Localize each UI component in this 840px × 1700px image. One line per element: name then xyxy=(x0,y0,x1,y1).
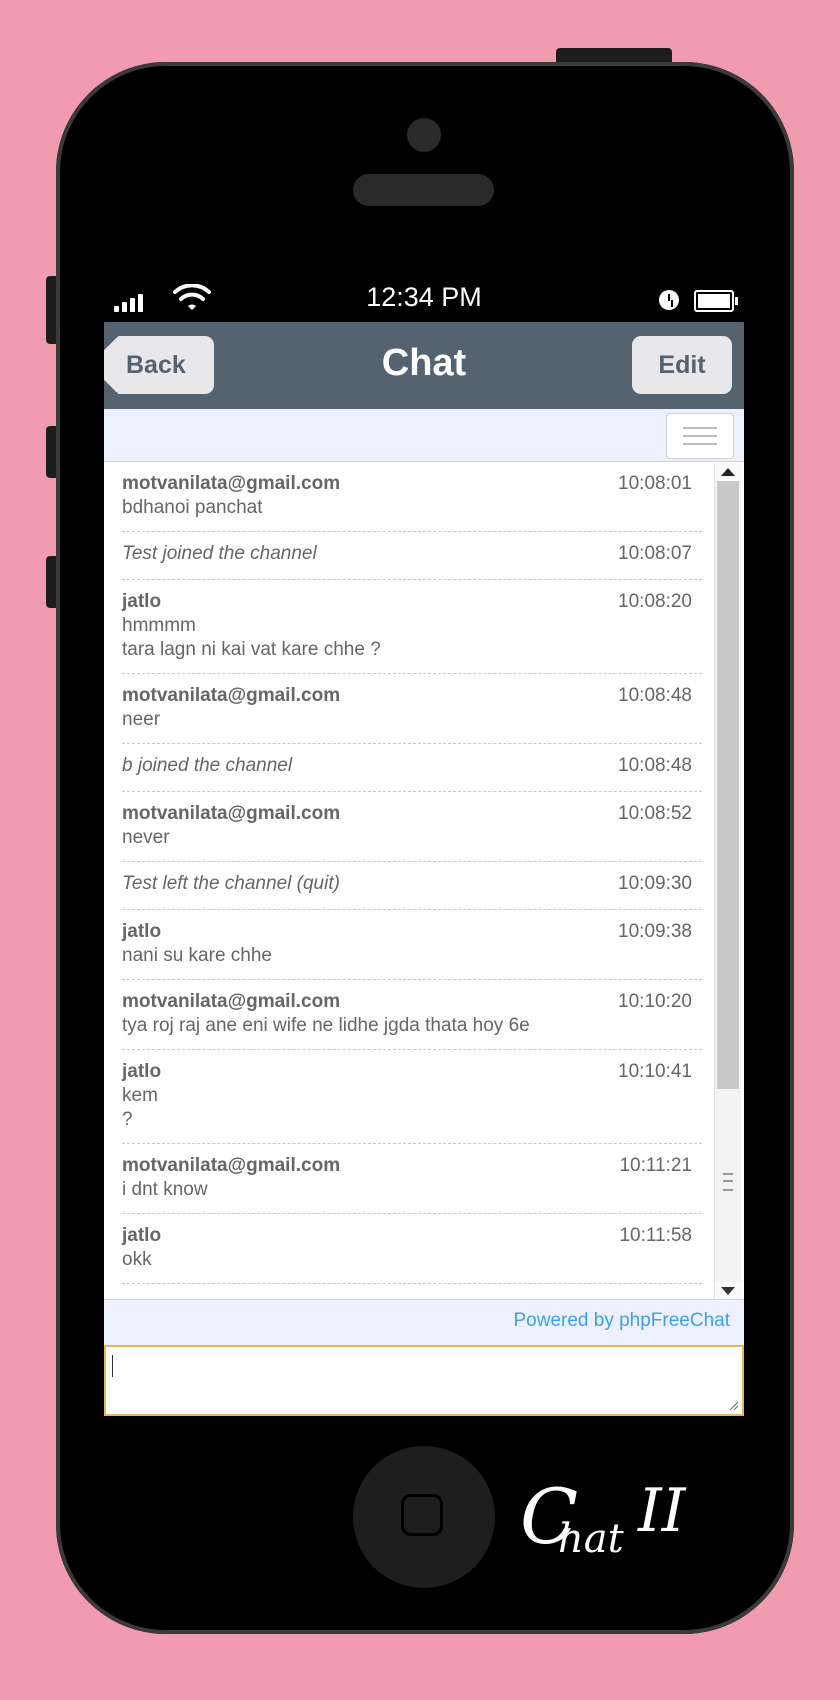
status-time: 12:34 PM xyxy=(366,282,482,312)
scroll-grip-icon xyxy=(723,1173,733,1191)
volume-down-button xyxy=(46,556,56,608)
home-button[interactable] xyxy=(353,1446,495,1588)
mute-switch xyxy=(46,276,56,344)
message-text: okk xyxy=(122,1249,152,1270)
message-row: motvanilata@gmail.com 10:08:48 neer xyxy=(122,673,702,744)
event-text: Test joined the channel xyxy=(122,543,317,564)
message-row: motvanilata@gmail.com 10:08:52 never xyxy=(122,791,702,862)
message-sender[interactable]: jatlo xyxy=(122,1225,161,1247)
volume-up-button xyxy=(46,426,56,478)
message-row: motvanilata@gmail.com 10:08:01 bdhanoi pan… xyxy=(122,463,702,532)
text-caret xyxy=(112,1355,113,1377)
message-time: 10:09:30 xyxy=(618,873,692,894)
hamburger-menu-icon[interactable] xyxy=(666,413,734,459)
message-input[interactable] xyxy=(104,1345,744,1416)
resize-handle-icon[interactable] xyxy=(727,1399,739,1411)
message-row: motvanilata@gmail.com 10:11:21 i dnt know xyxy=(122,1143,702,1214)
power-button xyxy=(556,48,672,62)
message-row: motvanilata@gmail.com 10:10:20 tya roj raj… xyxy=(122,979,702,1050)
powered-by-link[interactable]: Powered by phpFreeChat xyxy=(513,1310,730,1332)
message-sender[interactable]: motvanilata@gmail.com xyxy=(122,685,340,707)
logo-ii: II xyxy=(638,1476,686,1546)
chat-ii-logo: C hat II xyxy=(520,1472,756,1582)
message-sender[interactable]: motvanilata@gmail.com xyxy=(122,991,340,1013)
message-row: jatlo 10:10:41 kem? xyxy=(122,1049,702,1144)
event-row: Test joined the channel 10:08:07 xyxy=(122,531,702,580)
status-bar: 12:34 PM xyxy=(104,280,744,322)
event-row: Test left the channel (quit) 10:09:30 xyxy=(122,861,702,910)
edit-button-label: Edit xyxy=(658,351,706,379)
earpiece-speaker xyxy=(353,174,494,206)
message-sender[interactable]: motvanilata@gmail.com xyxy=(122,803,340,825)
message-time: 10:11:58 xyxy=(619,1225,692,1246)
chat-toolbar xyxy=(104,409,744,462)
chat-footer: Powered by phpFreeChat xyxy=(104,1299,744,1346)
message-time: 10:09:38 xyxy=(618,921,692,942)
message-text: neer xyxy=(122,709,161,730)
message-time: 10:10:41 xyxy=(618,1061,692,1082)
message-text: kem xyxy=(122,1085,158,1106)
message-text: never xyxy=(122,827,170,848)
front-camera xyxy=(407,118,441,152)
message-time: 10:08:07 xyxy=(618,543,692,564)
message-row: jatlo 10:09:38 nani su kare chhe xyxy=(122,909,702,980)
message-time: 10:08:01 xyxy=(618,473,692,494)
message-sender[interactable]: jatlo xyxy=(122,591,161,613)
message-sender[interactable]: jatlo xyxy=(122,921,161,943)
message-text: ? xyxy=(122,1109,133,1130)
message-row: jatlo 10:11:58 okk xyxy=(122,1213,702,1284)
scroll-down-arrow-icon[interactable] xyxy=(715,1281,741,1299)
message-text: bdhanoi panchat xyxy=(122,497,263,518)
message-time: 10:08:48 xyxy=(618,755,692,776)
message-time: 10:11:21 xyxy=(619,1155,692,1176)
alarm-clock-icon xyxy=(659,290,679,310)
home-square-icon xyxy=(401,1494,443,1536)
message-text: tara lagn ni kai vat kare chhe ? xyxy=(122,639,381,660)
navigation-bar: Back Chat Edit xyxy=(104,322,744,409)
message-row: jatlo 10:08:20 hmmmm tara lagn ni kai vat k… xyxy=(122,579,702,674)
edit-button[interactable]: Edit xyxy=(632,336,732,394)
message-sender[interactable]: jatlo xyxy=(122,1061,161,1083)
battery-full-icon xyxy=(694,290,738,312)
chat-screen: Back Chat Edit motvanilata@gmail.com 10:0… xyxy=(104,322,744,1416)
message-sender[interactable]: motvanilata@gmail.com xyxy=(122,1155,340,1177)
message-scrollbar[interactable] xyxy=(714,463,741,1299)
logo-hat: hat xyxy=(558,1516,624,1562)
message-sender[interactable]: motvanilata@gmail.com xyxy=(122,473,340,495)
message-list[interactable]: motvanilata@gmail.com 10:08:01 bdhanoi pan… xyxy=(104,463,744,1299)
message-time: 10:10:20 xyxy=(618,991,692,1012)
message-text: tya roj raj ane eni wife ne lidhe jgda t… xyxy=(122,1015,530,1036)
back-button-label: Back xyxy=(126,351,186,379)
scroll-up-arrow-icon[interactable] xyxy=(715,463,741,481)
message-time: 10:08:48 xyxy=(618,685,692,706)
message-time: 10:08:52 xyxy=(618,803,692,824)
message-time: 10:08:20 xyxy=(618,591,692,612)
event-row: b joined the channel 10:08:48 xyxy=(122,743,702,792)
message-text: hmmmm xyxy=(122,615,196,636)
scrollbar-thumb[interactable] xyxy=(717,481,739,1089)
message-text: i dnt know xyxy=(122,1179,208,1200)
event-text: Test left the channel (quit) xyxy=(122,873,340,894)
event-text: b joined the channel xyxy=(122,755,293,776)
message-text: nani su kare chhe xyxy=(122,945,272,966)
